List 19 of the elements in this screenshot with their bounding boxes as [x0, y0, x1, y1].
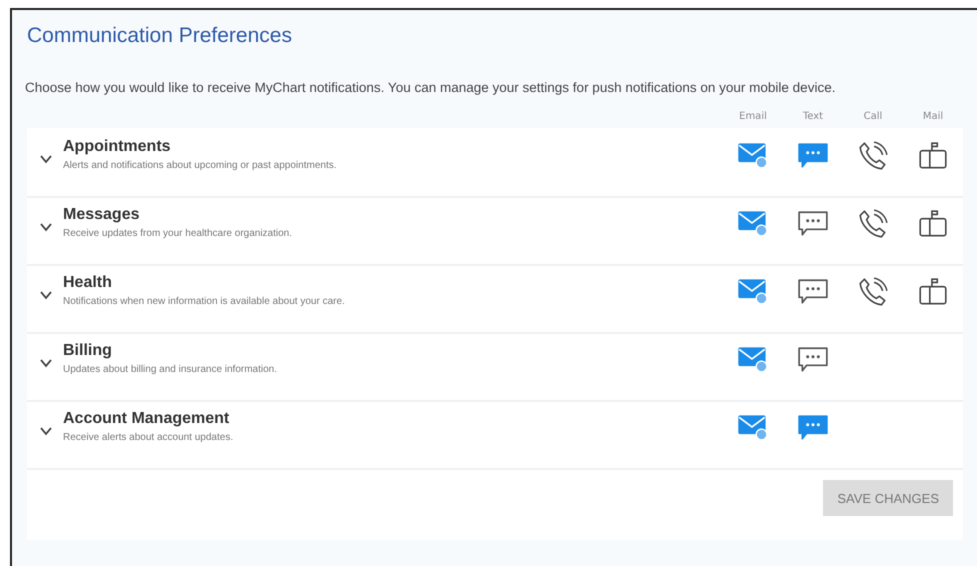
column-header: Mail — [922, 110, 944, 122]
phone-icon[interactable] — [857, 140, 889, 172]
page-title: Communication Preferences — [27, 23, 293, 48]
category-title: Billing — [63, 342, 113, 360]
column-header: Call — [864, 110, 882, 122]
category-title: Messages — [63, 206, 140, 224]
phone-icon[interactable] — [857, 276, 889, 308]
category-title: Account Management — [63, 410, 230, 428]
category-description: Alerts and notifications about upcoming or past appointments. — [63, 160, 336, 171]
phone-icon[interactable] — [857, 208, 889, 240]
category-title: Appointments — [63, 138, 172, 156]
column-header: Text — [802, 110, 824, 122]
category-description: Receive updates from your healthcare organization. — [63, 228, 292, 239]
column-header: Email — [739, 110, 767, 122]
category-description: Notifications when new information is available about your care. — [63, 296, 345, 307]
category-title: Health — [63, 274, 113, 292]
description-text: Choose how you would like to receive MyChart notifications. You can manage your settings for push notifications on your mobile device. — [25, 79, 836, 97]
category-description: Receive alerts about account updates. — [63, 432, 234, 443]
category-description: Updates about billing and insurance information. — [63, 364, 278, 375]
